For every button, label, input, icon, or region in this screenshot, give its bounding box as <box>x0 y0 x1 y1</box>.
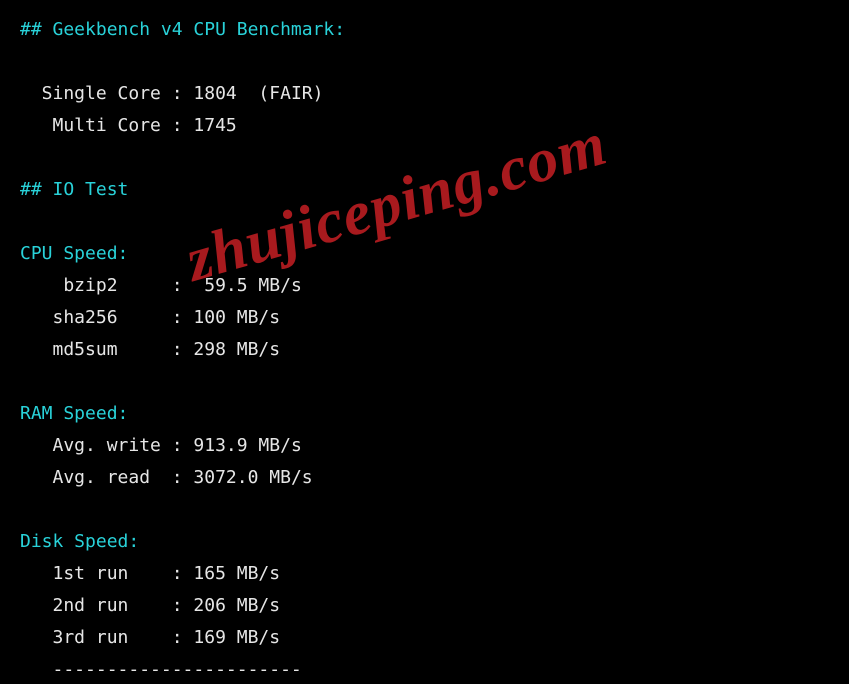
row-label: bzip2 <box>20 275 161 296</box>
disk-speed-divider: ----------------------- <box>20 654 849 684</box>
geekbench-header: ## Geekbench v4 CPU Benchmark: <box>20 14 849 46</box>
ram-speed-header: RAM Speed: <box>20 398 849 430</box>
disk-speed-row: 3rd run : 169 MB/s <box>20 622 849 654</box>
blank-line <box>20 206 849 238</box>
blank-line <box>20 142 849 174</box>
disk-speed-header: Disk Speed: <box>20 526 849 558</box>
separator: : <box>161 275 194 296</box>
ram-speed-row: Avg. read : 3072.0 MB/s <box>20 462 849 494</box>
row-label: 3rd run <box>20 627 161 648</box>
io-test-header: ## IO Test <box>20 174 849 206</box>
multi-core-value: 1745 <box>193 115 236 136</box>
separator: : <box>161 83 194 104</box>
separator: : <box>161 339 194 360</box>
row-label: 2nd run <box>20 595 161 616</box>
row-label: Avg. read <box>20 467 161 488</box>
row-value: 100 MB/s <box>193 307 280 328</box>
row-value: 298 MB/s <box>193 339 280 360</box>
separator: : <box>161 467 194 488</box>
separator: : <box>161 435 194 456</box>
row-value: 165 MB/s <box>193 563 280 584</box>
disk-speed-row: 2nd run : 206 MB/s <box>20 590 849 622</box>
row-label: md5sum <box>20 339 161 360</box>
separator: : <box>161 595 194 616</box>
cpu-speed-row: bzip2 : 59.5 MB/s <box>20 270 849 302</box>
separator: : <box>161 307 194 328</box>
blank-line <box>20 46 849 78</box>
multi-core-label: Multi Core <box>20 115 161 136</box>
cpu-speed-row: sha256 : 100 MB/s <box>20 302 849 334</box>
multi-core-row: Multi Core : 1745 <box>20 110 849 142</box>
separator: : <box>161 627 194 648</box>
cpu-speed-row: md5sum : 298 MB/s <box>20 334 849 366</box>
blank-line <box>20 494 849 526</box>
row-value: 913.9 MB/s <box>193 435 301 456</box>
single-core-value: 1804 (FAIR) <box>193 83 323 104</box>
ram-speed-row: Avg. write : 913.9 MB/s <box>20 430 849 462</box>
row-label: sha256 <box>20 307 161 328</box>
row-value: 206 MB/s <box>193 595 280 616</box>
separator: : <box>161 563 194 584</box>
row-label: 1st run <box>20 563 161 584</box>
row-value: 169 MB/s <box>193 627 280 648</box>
single-core-row: Single Core : 1804 (FAIR) <box>20 78 849 110</box>
row-value: 3072.0 MB/s <box>193 467 312 488</box>
row-value: 59.5 MB/s <box>193 275 301 296</box>
single-core-label: Single Core <box>20 83 161 104</box>
cpu-speed-header: CPU Speed: <box>20 238 849 270</box>
disk-speed-row: 1st run : 165 MB/s <box>20 558 849 590</box>
separator: : <box>161 115 194 136</box>
blank-line <box>20 366 849 398</box>
row-label: Avg. write <box>20 435 161 456</box>
